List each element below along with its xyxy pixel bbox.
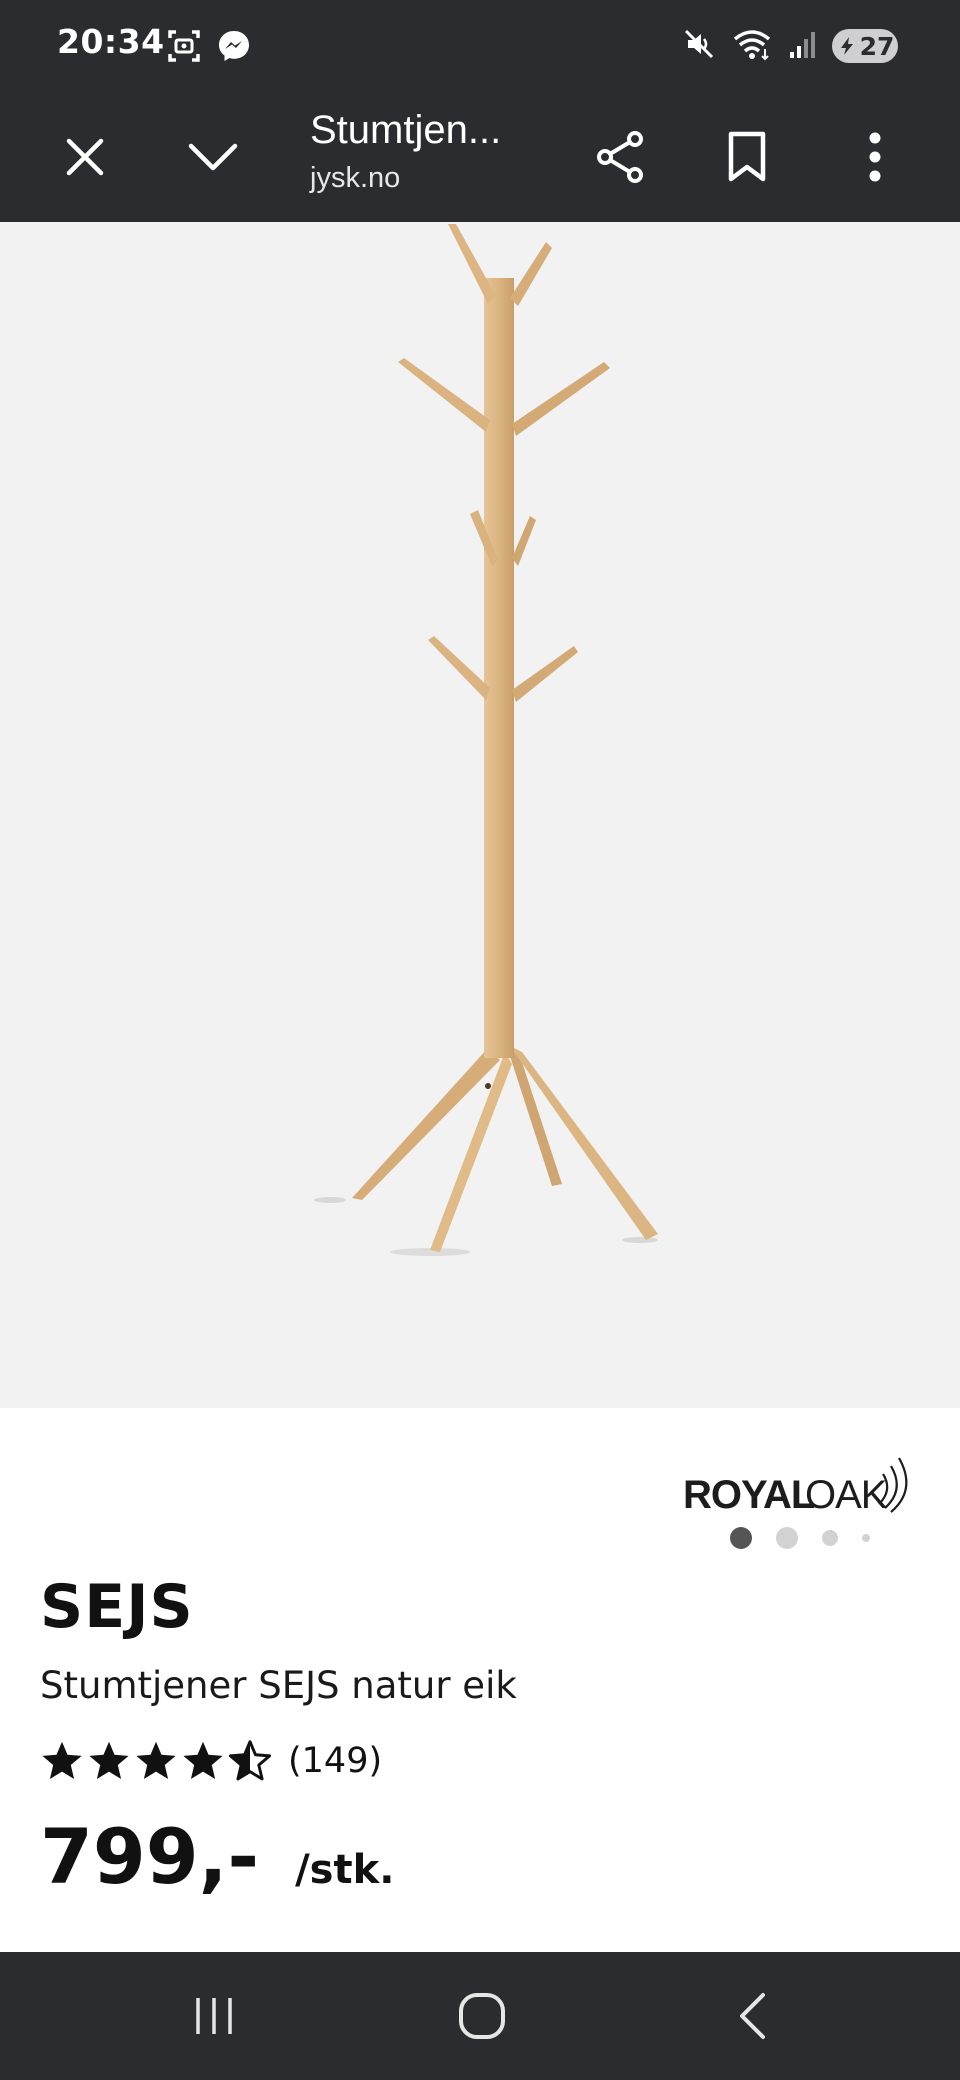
coat-stand-image — [314, 224, 658, 1256]
carousel-dot[interactable] — [862, 1534, 870, 1542]
wifi-icon — [732, 27, 772, 65]
status-time: 20:34 — [57, 22, 165, 61]
svg-text:ROYAL: ROYAL — [683, 1473, 815, 1517]
star-full-icon — [183, 1741, 223, 1779]
status-bar: 20:34 27 — [0, 0, 960, 92]
rating-stars — [40, 1739, 272, 1783]
share-icon — [597, 131, 643, 183]
collapse-button[interactable] — [173, 117, 253, 197]
back-button[interactable] — [702, 1976, 802, 2056]
royal-oak-logo: ROYAL OAK — [683, 1452, 918, 1522]
carousel-dot-active[interactable] — [730, 1527, 752, 1549]
signal-icon — [788, 28, 816, 64]
messenger-icon — [216, 28, 252, 68]
carousel-dot[interactable] — [776, 1527, 798, 1549]
close-button[interactable] — [45, 117, 125, 197]
share-button[interactable] — [580, 117, 660, 197]
home-icon — [459, 1993, 505, 2039]
bookmark-button[interactable] — [707, 117, 787, 197]
star-full-icon — [89, 1741, 129, 1779]
price: 799,- — [40, 1812, 260, 1901]
recent-apps-icon — [196, 1998, 232, 2034]
page-domain: jysk.no — [310, 162, 401, 194]
mute-icon — [682, 27, 716, 65]
carousel-dot[interactable] — [822, 1530, 838, 1546]
bookmark-icon — [728, 131, 766, 182]
recent-apps-button[interactable] — [164, 1976, 264, 2056]
home-button[interactable] — [432, 1976, 532, 2056]
price-unit: /stk. — [295, 1847, 395, 1893]
chevron-down-icon — [188, 143, 238, 171]
product-subtitle: Stumtjener SEJS natur eik — [40, 1664, 517, 1707]
browser-toolbar: Stumtjen... jysk.no — [0, 92, 960, 222]
status-right-icons: 27 — [682, 27, 898, 65]
price-row: 799,- /stk. — [40, 1812, 394, 1901]
review-count[interactable]: (149) — [288, 1741, 382, 1781]
svg-text:OAK: OAK — [805, 1473, 888, 1517]
close-icon — [66, 138, 104, 176]
product-name: SEJS — [40, 1572, 194, 1642]
page-title: Stumtjen... — [310, 108, 502, 152]
battery-icon: 27 — [832, 29, 898, 63]
more-options-button[interactable] — [835, 117, 915, 197]
carousel-dots[interactable] — [730, 1527, 894, 1549]
star-full-icon — [42, 1741, 82, 1779]
more-vert-icon — [869, 132, 881, 182]
battery-level: 27 — [859, 31, 895, 61]
rating-row[interactable]: (149) — [40, 1730, 382, 1792]
screenshot-icon — [166, 28, 202, 68]
star-full-icon — [136, 1741, 176, 1779]
star-half-icon — [228, 1740, 272, 1781]
page-title-block[interactable]: Stumtjen... jysk.no — [310, 102, 560, 198]
status-left-icons — [166, 28, 252, 68]
system-nav-bar — [0, 1952, 960, 2080]
back-icon — [740, 1993, 765, 2039]
product-image[interactable] — [0, 222, 960, 1549]
